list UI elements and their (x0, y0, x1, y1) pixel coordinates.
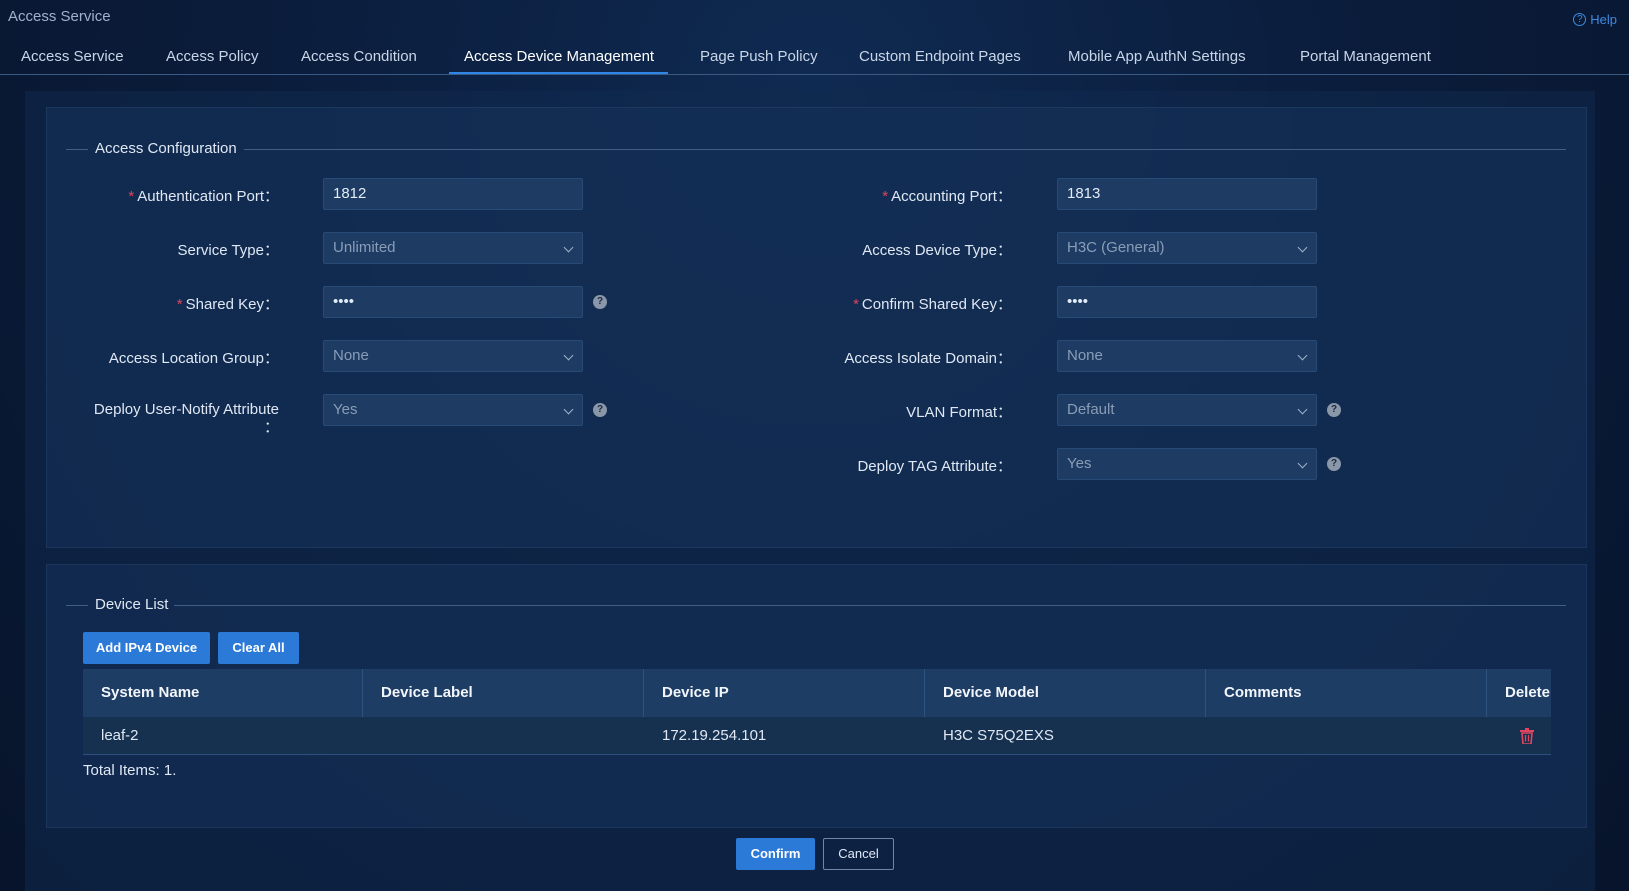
required-marker: * (853, 296, 859, 313)
question-circle-icon: ? (1573, 13, 1587, 26)
cell-device-model: H3C S75Q2EXS (943, 727, 1054, 744)
legend-line-right (244, 149, 1566, 150)
column-system-name[interactable]: System Name (83, 669, 363, 717)
vlan-format-label: VLAN Format： (906, 404, 1012, 421)
tab-access-device-management[interactable]: Access Device Management (464, 48, 654, 65)
column-device-model[interactable]: Device Model (925, 669, 1206, 717)
clear-all-button[interactable]: Clear All (218, 632, 299, 664)
acct-port-field[interactable]: 1813 (1057, 178, 1317, 210)
cell-system-name: leaf-2 (101, 727, 139, 744)
column-device-ip[interactable]: Device IP (644, 669, 925, 717)
required-marker: * (176, 296, 183, 313)
tab-access-policy[interactable]: Access Policy (166, 48, 259, 65)
chevron-down-icon (563, 350, 574, 361)
chevron-down-icon (1297, 242, 1308, 253)
auth-port-label: * Authentication Port： (128, 188, 279, 205)
chevron-down-icon (563, 404, 574, 415)
add-ipv4-device-button[interactable]: Add IPv4 Device (83, 632, 210, 664)
chevron-down-icon (1297, 350, 1308, 361)
tab-custom-endpoint-pages[interactable]: Custom Endpoint Pages (859, 48, 1021, 65)
device-table: System Name Device Label Device IP Devic… (83, 669, 1551, 755)
info-icon[interactable]: ? (593, 295, 607, 309)
acct-port-label: * Accounting Port： (882, 188, 1012, 205)
chevron-down-icon (1297, 404, 1308, 415)
trash-icon[interactable] (1520, 728, 1534, 744)
help-label: Help (1590, 12, 1617, 27)
cell-comments (1206, 717, 1224, 755)
column-comments[interactable]: Comments (1206, 669, 1487, 717)
chevron-down-icon (1297, 458, 1308, 469)
tab-page-push-policy[interactable]: Page Push Policy (700, 48, 818, 65)
info-icon[interactable]: ? (1327, 403, 1341, 417)
auth-port-field[interactable]: 1812 (323, 178, 583, 210)
location-group-label: Access Location Group： (108, 350, 279, 367)
help-link[interactable]: ? Help (1573, 12, 1617, 27)
vlan-format-select[interactable]: Default (1057, 394, 1317, 426)
table-header: System Name Device Label Device IP Devic… (83, 669, 1551, 717)
location-group-select[interactable]: None (323, 340, 583, 372)
total-items: Total Items: 1. (83, 762, 177, 779)
info-icon[interactable]: ? (1327, 457, 1341, 471)
column-device-label[interactable]: Device Label (363, 669, 644, 717)
required-marker: * (128, 188, 135, 205)
active-tab-indicator (449, 72, 668, 74)
service-type-select[interactable]: Unlimited (323, 232, 583, 264)
cell-device-ip: 172.19.254.101 (662, 727, 767, 744)
confirm-button[interactable]: Confirm (736, 838, 815, 870)
chevron-down-icon (563, 242, 574, 253)
isolate-domain-select[interactable]: None (1057, 340, 1317, 372)
table-row: leaf-2 172.19.254.101 H3C S75Q2EXS (83, 717, 1551, 755)
column-delete[interactable]: Delete (1487, 669, 1551, 717)
tab-bar: Access Service Access Policy Access Cond… (0, 44, 1629, 75)
tab-access-service[interactable]: Access Service (21, 48, 124, 65)
confirm-key-label: * Confirm Shared Key： (853, 296, 1012, 313)
device-type-label: Access Device Type： (862, 242, 1012, 259)
tab-access-condition[interactable]: Access Condition (301, 48, 417, 65)
user-notify-select[interactable]: Yes (323, 394, 583, 426)
device-type-select[interactable]: H3C (General) (1057, 232, 1317, 264)
tag-attr-select[interactable]: Yes (1057, 448, 1317, 480)
legend-line-right (174, 605, 1566, 606)
service-type-label: Service Type： (177, 242, 279, 259)
info-icon[interactable]: ? (593, 403, 607, 417)
isolate-domain-label: Access Isolate Domain： (844, 350, 1012, 367)
cell-device-label (363, 717, 381, 755)
device-list-title: Device List (95, 596, 169, 613)
user-notify-label: Deploy User-Notify Attribute： (93, 401, 279, 436)
required-marker: * (882, 188, 889, 205)
shared-key-label: * Shared Key： (176, 296, 279, 313)
access-config-card (46, 107, 1587, 548)
tag-attr-label: Deploy TAG Attribute： (857, 458, 1012, 475)
tab-portal-management[interactable]: Portal Management (1300, 48, 1431, 65)
tab-mobile-app-authn-settings[interactable]: Mobile App AuthN Settings (1068, 48, 1246, 65)
shared-key-field[interactable]: •••• (323, 286, 583, 318)
cancel-button[interactable]: Cancel (823, 838, 894, 870)
legend-line-left (66, 605, 88, 606)
confirm-key-field[interactable]: •••• (1057, 286, 1317, 318)
app-title: Access Service (8, 8, 111, 25)
access-config-title: Access Configuration (95, 140, 237, 157)
legend-line-left (66, 149, 88, 150)
